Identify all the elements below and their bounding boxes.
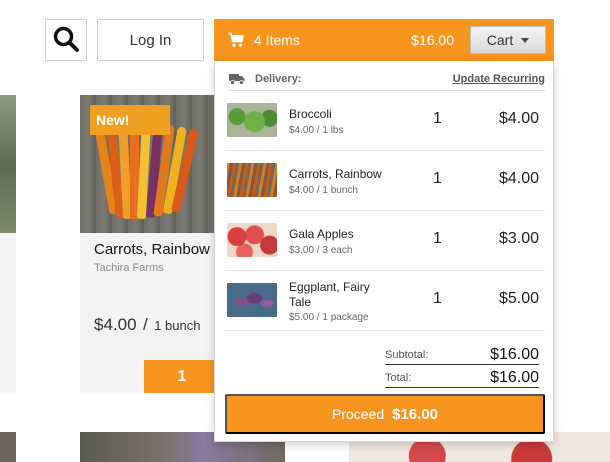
cart-item-thumbnail[interactable] [227,223,277,257]
shopping-cart-icon [228,32,244,48]
cart-item-thumbnail[interactable] [227,283,277,317]
product-price: $4.00 / 1 bunch [94,315,200,335]
cart-dropdown-toggle[interactable]: Cart [470,26,546,54]
cart-item-price: $5.00 [498,290,539,307]
cart-item-quantity[interactable]: 1 [433,290,442,308]
cart-item-price: $4.00 [498,170,539,187]
chevron-down-icon [521,37,530,43]
total-label: Total: [385,372,412,384]
login-button[interactable]: Log In [97,19,204,61]
product-image [0,95,16,233]
cart-item-unit-price: $4.00 / 1 lbs [289,125,344,136]
cart-item-price: $3.00 [498,230,539,247]
cart-item-thumbnail[interactable] [227,163,277,197]
cart-item-quantity[interactable]: 1 [433,170,442,188]
search-icon [52,25,80,56]
product-card[interactable]: New! Carrots, Rainbow Tachira Farms $4.0… [80,95,220,393]
total-value: $16.00 [490,369,539,386]
cart-item-name[interactable]: Carrots, Rainbow [289,167,382,182]
product-quantity-button[interactable]: 1 [144,360,220,393]
product-farm[interactable]: Tachira Farms [94,262,164,274]
subtotal-label: Subtotal: [385,349,429,361]
subtotal-row: Subtotal: $16.00 [385,343,539,365]
product-price-amount: $4.00 [94,315,137,334]
cart-item[interactable]: Broccoli $4.00 / 1 lbs 1 $4.00 [225,91,545,151]
product-price-separator: / [143,315,148,334]
update-recurring-link[interactable]: Update Recurring [453,73,545,85]
new-badge: New! [90,105,170,135]
cart-item-quantity[interactable]: 1 [433,230,442,248]
cart-item-thumbnail[interactable] [227,103,277,137]
cart-item[interactable]: Carrots, Rainbow $4.00 / 1 bunch 1 $4.00 [225,151,545,211]
proceed-label: Proceed [331,406,385,422]
proceed-amount: $16.00 [392,405,439,423]
delivery-row: Delivery: Update Recurring [229,67,545,91]
cart-item-price: $4.00 [498,110,539,127]
cart-items-count: 4 Items [254,32,300,48]
cart-item-name[interactable]: Gala Apples [289,227,354,242]
truck-icon [229,73,245,85]
cart-item-name[interactable]: Broccoli [289,107,332,122]
subtotal-value: $16.00 [490,346,539,363]
product-card-partial[interactable] [0,432,16,462]
product-name[interactable]: Carrots, Rainbow [94,241,210,258]
cart-dropdown: Delivery: Update Recurring Broccoli $4.0… [214,61,554,442]
cart-total: $16.00 [411,32,454,48]
search-button[interactable] [45,19,87,61]
cart-item-unit-price: $5.00 / 1 package [289,312,369,323]
product-card-partial-left[interactable] [0,95,16,393]
cart-item[interactable]: Gala Apples $3.00 / 3 each 1 $3.00 [225,211,545,271]
delivery-label: Delivery: [255,72,302,85]
cart-header[interactable]: 4 Items $16.00 Cart [214,19,554,61]
cart-item-unit-price: $4.00 / 1 bunch [289,185,358,196]
proceed-button[interactable]: Proceed $16.00 [225,394,545,434]
cart-item[interactable]: Eggplant, Fairy Tale $5.00 / 1 package 1… [225,271,545,331]
cart-toggle-label: Cart [486,32,514,48]
cart-item-unit-price: $3.00 / 3 each [289,245,353,256]
product-price-unit: 1 bunch [154,318,201,333]
total-row: Total: $16.00 [385,366,539,388]
cart-item-quantity[interactable]: 1 [433,110,442,128]
cart-item-name[interactable]: Eggplant, Fairy Tale [289,280,379,310]
